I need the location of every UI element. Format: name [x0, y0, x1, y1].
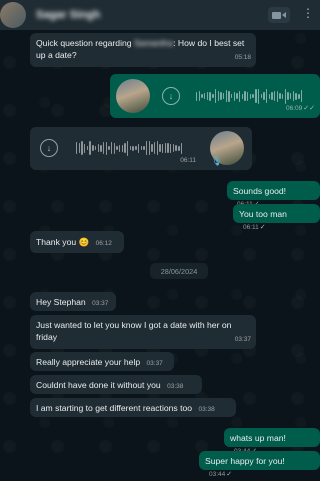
voice-waveform[interactable]	[196, 88, 303, 104]
message-time: 03:38	[167, 383, 184, 390]
message-incoming[interactable]: Quick question regarding Samantha: How d…	[30, 33, 256, 67]
voice-message-outgoing[interactable]: ↓ 06:09✓✓	[110, 74, 320, 118]
message-time: 03:37	[146, 360, 163, 367]
message-time: 06:11	[243, 224, 259, 231]
message-outgoing[interactable]: You too man 06:11✓	[233, 204, 320, 231]
video-camera-icon[interactable]	[268, 7, 290, 23]
message-incoming[interactable]: Thank you 😊 06:12	[30, 231, 124, 253]
play-icon[interactable]: ↓	[162, 87, 180, 105]
message-time: 06:12	[95, 240, 112, 247]
message-time: 06:09✓✓	[285, 105, 315, 112]
message-time: 05:18	[234, 54, 251, 61]
contact-avatar[interactable]	[0, 2, 26, 28]
message-time: 06:11	[180, 157, 196, 164]
message-time: 03:44	[209, 471, 226, 478]
message-incoming[interactable]: Really appreciate your help 03:37	[30, 352, 174, 371]
message-outgoing[interactable]: Sounds good! 06:11✓	[227, 181, 320, 208]
message-incoming[interactable]: Just wanted to let you know I got a date…	[30, 315, 256, 349]
play-icon[interactable]: ↓	[40, 139, 58, 157]
message-outgoing[interactable]: Super happy for you! 03:44✓	[199, 451, 320, 478]
microphone-icon: 🎙	[211, 156, 223, 166]
message-time: 03:38	[198, 406, 215, 413]
more-options-icon[interactable]: ⋮	[302, 6, 314, 20]
redacted-name: Samantha	[133, 38, 174, 48]
message-incoming[interactable]: Hey Stephan 03:37	[30, 292, 116, 311]
message-outgoing[interactable]: whats up man! 03:44✓	[224, 428, 320, 455]
date-divider: 28/06/2024	[150, 263, 208, 279]
message-time: 03:37	[234, 336, 251, 343]
voice-waveform[interactable]	[76, 140, 183, 156]
sender-avatar	[116, 79, 150, 113]
contact-name[interactable]: Sagar Singh	[36, 9, 100, 21]
voice-message-incoming[interactable]: ↓ 🎙 06:11	[30, 127, 252, 170]
message-incoming[interactable]: Couldnt have done it without you 03:38	[30, 375, 202, 394]
chat-header: Sagar Singh ⋮	[0, 0, 320, 30]
message-incoming[interactable]: I am starting to get different reactions…	[30, 398, 236, 417]
message-time: 03:37	[92, 300, 109, 307]
